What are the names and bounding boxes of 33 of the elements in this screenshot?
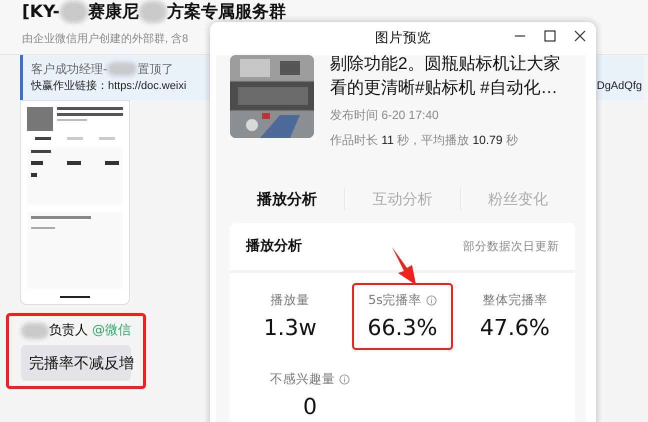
close-icon[interactable]: [574, 30, 586, 42]
maximize-icon[interactable]: [544, 30, 556, 42]
redaction-blur: [21, 322, 49, 339]
redaction-blur: [60, 1, 88, 23]
redaction-blur: [107, 62, 138, 76]
analysis-tab[interactable]: 播放分析: [257, 188, 318, 210]
pinned-author: 置顶了: [137, 61, 174, 78]
chat-title: 赛康尼: [88, 2, 139, 22]
publish-time: 发布时间 6-20 17:40: [330, 107, 440, 124]
metric-label: 5s完播率: [368, 291, 422, 309]
message-bubble: 完播率不减反增: [21, 344, 131, 381]
pinned-link-tail[interactable]: DgAdQfg: [596, 78, 644, 95]
metric-label: 不感兴趣量: [270, 370, 335, 388]
card-title: 播放分析: [246, 237, 302, 256]
chat-title: 方案专属服务群: [166, 2, 286, 22]
metric-value: 0: [303, 394, 317, 420]
card-note: 部分数据次日更新: [463, 238, 559, 255]
duration-stats: 作品时长 11 秒，平均播放 10.79 秒: [330, 132, 519, 149]
window-title: 图片预览: [375, 29, 431, 48]
pinned-author: 客户成功经理-: [31, 61, 108, 78]
pinned-link[interactable]: 快赢作业链接：https://doc.weixi: [31, 78, 186, 95]
metric-value: 66.3%: [368, 316, 438, 342]
info-icon[interactable]: [426, 294, 437, 306]
chat-title: [KY-: [22, 2, 60, 22]
sender-name: 负责人: [49, 322, 88, 340]
metric-label: 播放量: [270, 291, 310, 309]
metric-value: 47.6%: [480, 316, 550, 342]
chat-subtitle: 由企业微信用户创建的外部群, 含8: [22, 32, 188, 47]
redaction-blur: [138, 1, 167, 23]
metric-label: 整体完播率: [482, 291, 548, 309]
info-icon[interactable]: [339, 374, 350, 385]
metric-value: 1.3w: [264, 316, 317, 342]
sender-source: @微信: [92, 322, 131, 340]
